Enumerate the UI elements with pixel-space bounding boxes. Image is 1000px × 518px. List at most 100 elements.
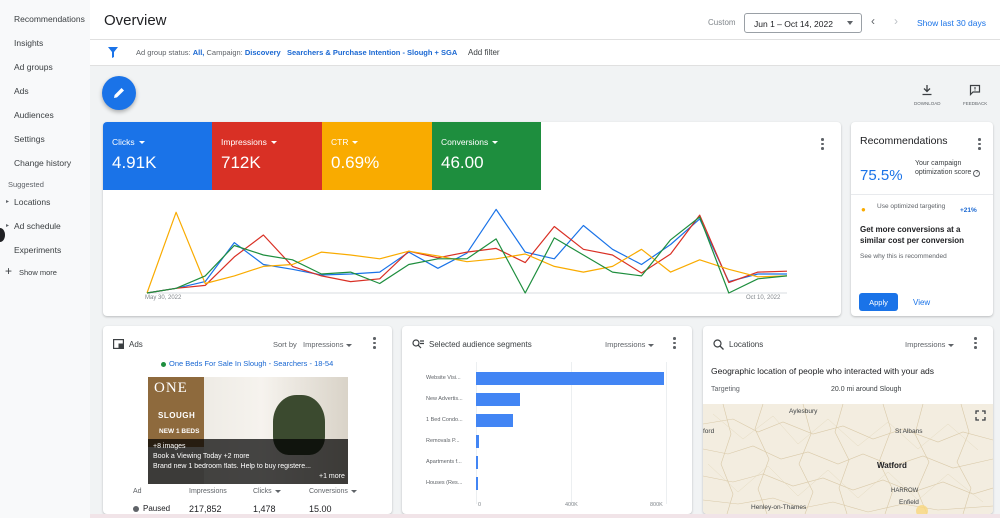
ad-preview-image[interactable]: ONE SLOUGH NEW 1 BEDS +8 images Book a V… [148, 377, 348, 484]
show-last-30-days-link[interactable]: Show last 30 days [917, 18, 986, 28]
segment-label: New Advertis... [426, 396, 463, 402]
sidebar-item-change-history[interactable]: Change history [14, 158, 71, 168]
chevron-right-icon[interactable]: › [894, 14, 898, 28]
segment-bar[interactable] [476, 477, 478, 490]
map-town-harrow: HARROW [891, 488, 919, 494]
segment-bar[interactable] [476, 372, 664, 385]
segment-label: Houses (Res... [426, 480, 463, 486]
locations-sort-select[interactable]: Impressions [905, 340, 955, 349]
sidebar-item-ad-schedule[interactable]: Ad schedule [14, 221, 61, 231]
metric-ctr-value: 0.69% [331, 153, 380, 172]
chevron-left-icon[interactable]: ‹ [871, 14, 875, 28]
optimized-targeting-label: Use optimized targeting [877, 203, 946, 210]
download-button[interactable]: DOWNLOAD [914, 84, 941, 106]
locations-card-title: Locations [729, 340, 764, 349]
add-filter-button[interactable]: Add filter [468, 48, 500, 57]
plus-icon[interactable]: + [5, 264, 12, 278]
ad-name-link[interactable]: One Beds For Sale In Slough - Searchers … [161, 359, 333, 368]
metric-clicks-value: 4.91K [112, 153, 157, 172]
ads-icon [113, 339, 124, 349]
more-vert-icon[interactable] [373, 337, 376, 351]
caret-right-icon: ▸ [6, 223, 10, 229]
metric-impressions[interactable]: Impressions 712K [212, 122, 322, 190]
filter-bar: Ad group status: All, Campaign: Discover… [90, 40, 1000, 66]
segment-bar[interactable] [476, 435, 479, 448]
recommendations-title: Recommendations [860, 135, 948, 147]
series-line-conversions [146, 216, 788, 294]
col-header-clicks[interactable]: Clicks [253, 488, 281, 495]
status-dot-icon [161, 361, 166, 367]
lightbulb-icon: ● [861, 205, 866, 214]
ad-clicks-value: 1,478 [253, 504, 276, 514]
active-filters[interactable]: Ad group status: All, Campaign: Discover… [136, 48, 457, 57]
optimized-targeting-uplift: +21% [960, 207, 977, 214]
fullscreen-icon[interactable] [975, 410, 986, 421]
ad-images-count: +8 images [153, 443, 186, 450]
see-why-link[interactable]: See why this is recommended [860, 253, 947, 260]
ad-beds-text: NEW 1 BEDS [159, 428, 200, 435]
chevron-down-icon [492, 141, 499, 145]
sidebar-item-experiments[interactable]: Experiments [14, 245, 61, 255]
map-town-st-albans: St Albans [895, 428, 923, 435]
segment-bar[interactable] [476, 414, 514, 427]
download-label: DOWNLOAD [914, 101, 941, 106]
info-icon: ? [973, 169, 981, 177]
segment-label: Apartments f... [426, 459, 462, 465]
recommendations-card: Recommendations 75.5% Your campaign opti… [851, 122, 993, 316]
show-more-link[interactable]: Show more [19, 268, 57, 277]
x-axis-start-label: May 30, 2022 [145, 295, 182, 301]
download-icon [922, 85, 932, 96]
audience-search-icon [412, 339, 424, 349]
sidebar-item-insights[interactable]: Insights [14, 38, 43, 48]
col-header-ad: Ad [133, 488, 142, 495]
filter-icon[interactable] [108, 47, 118, 58]
ad-headline: Book a Viewing Today +2 more [153, 453, 250, 460]
segments-sort-select[interactable]: Impressions [605, 340, 655, 349]
map-town-watford: Watford [877, 461, 907, 470]
feedback-icon [970, 84, 981, 96]
chevron-down-icon [948, 343, 955, 347]
sidebar-item-recommendations[interactable]: Recommendations [14, 14, 85, 24]
more-vert-icon[interactable] [974, 337, 977, 351]
chevron-down-icon [847, 21, 853, 25]
optimization-score: 75.5% [860, 167, 903, 184]
sidebar-item-audiences[interactable]: Audiences [14, 110, 54, 120]
more-vert-icon[interactable] [673, 337, 676, 351]
date-range-select[interactable]: Jun 1 – Oct 14, 2022 [744, 13, 862, 33]
suggested-label: Suggested [8, 180, 44, 189]
ad-conversions-value: 15.00 [309, 504, 332, 514]
map-town-ford: ford [703, 428, 715, 435]
more-vert-icon[interactable] [978, 138, 981, 152]
x-tick-0: 0 [478, 502, 482, 508]
series-line-impressions [146, 214, 788, 294]
metric-ctr[interactable]: CTR 0.69% [322, 122, 432, 190]
sidebar-item-ad-groups[interactable]: Ad groups [14, 62, 53, 72]
metric-conversions-value: 46.00 [441, 153, 484, 172]
geo-map[interactable]: Aylesbury ford St Albans Watford HARROW … [703, 404, 993, 514]
metric-clicks[interactable]: Clicks 4.91K [103, 122, 212, 190]
apply-button[interactable]: Apply [859, 293, 898, 311]
view-button[interactable]: View [913, 298, 930, 307]
segment-bar[interactable] [476, 456, 478, 469]
audience-segments-card: Selected audience segments Impressions W… [402, 326, 692, 514]
ads-sort-select[interactable]: Sort by Impressions [273, 340, 353, 349]
series-line-clicks [146, 208, 787, 294]
col-header-conversions[interactable]: Conversions [309, 488, 357, 495]
more-vert-icon[interactable] [821, 138, 824, 152]
map-town-enfield: Enfield [899, 499, 919, 506]
metric-conversions[interactable]: Conversions 46.00 [432, 122, 541, 190]
x-tick-400k: 400K [565, 502, 578, 508]
sidebar-item-locations[interactable]: Locations [14, 197, 50, 207]
chevron-down-icon [350, 489, 357, 493]
segments-card-title: Selected audience segments [429, 340, 532, 349]
sidebar-item-ads[interactable]: Ads [14, 86, 29, 96]
segment-bar[interactable] [476, 393, 521, 406]
custom-label: Custom [708, 18, 736, 27]
segment-label: 1 Bed Condo... [426, 417, 463, 423]
optimization-score-label: Your campaign optimization score ? [915, 160, 985, 177]
sidebar-item-settings[interactable]: Settings [14, 134, 45, 144]
ad-description: Brand new 1 bedroom flats. Help to buy r… [153, 463, 311, 470]
feedback-button[interactable]: FEEDBACK [963, 84, 987, 106]
edit-fab-button[interactable] [102, 76, 136, 110]
overview-chart-card: Clicks 4.91K Impressions 712K CTR 0.69% … [103, 122, 841, 316]
